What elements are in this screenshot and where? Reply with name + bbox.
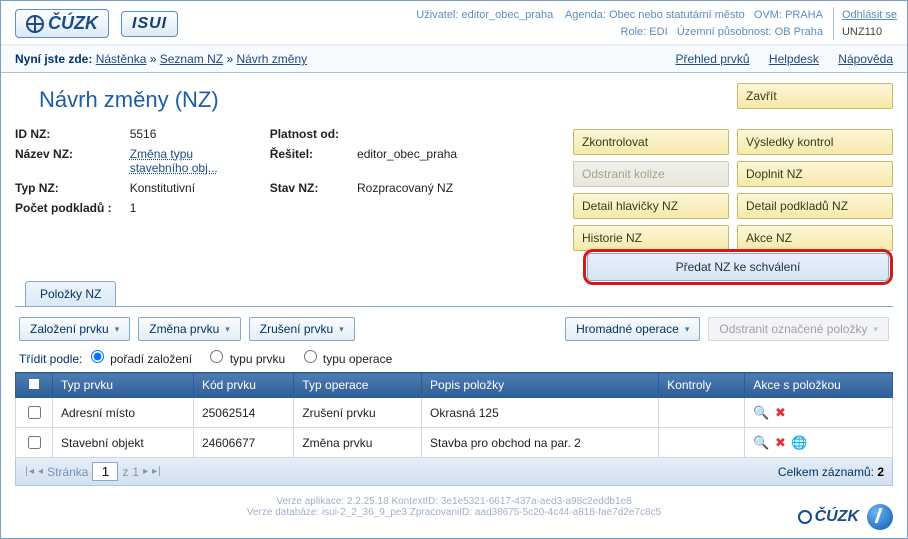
col-checkbox[interactable]: [16, 373, 53, 398]
sort-op-radio[interactable]: [304, 350, 317, 363]
table-row: Adresní místo 25062514 Zrušení prvku Okr…: [16, 398, 893, 428]
chevron-down-icon: ▾: [225, 324, 230, 335]
top-bar: ČÚZK ISUI Uživatel: editor_obec_praha Ag…: [1, 1, 907, 46]
sort-type-radio[interactable]: [210, 350, 223, 363]
sort-order-radio[interactable]: [91, 350, 104, 363]
col-akce[interactable]: Akce s položkou: [745, 373, 893, 398]
pager-next-icon[interactable]: ▸: [143, 466, 148, 477]
nz-name-link[interactable]: Změna typu stavebního obj...: [130, 147, 218, 175]
breadcrumb-bar: Nyní jste zde: Nástěnka » Seznam NZ » Ná…: [1, 46, 907, 73]
pager-prev-icon[interactable]: ◂: [38, 466, 43, 477]
breadcrumb: Nyní jste zde: Nástěnka » Seznam NZ » Ná…: [15, 52, 307, 66]
col-kod-prvku[interactable]: Kód prvku: [193, 373, 293, 398]
page-title: Návrh změny (NZ): [39, 87, 573, 113]
pager-page-input[interactable]: [92, 462, 118, 481]
col-typ-prvku[interactable]: Typ prvku: [53, 373, 194, 398]
magnify-icon[interactable]: 🔍: [753, 435, 769, 450]
nz-doc-count: 1: [130, 199, 270, 219]
history-button[interactable]: Historie NZ: [573, 225, 729, 251]
logo-cuzk-text: ČÚZK: [48, 13, 98, 34]
crumb-seznam-nz[interactable]: Seznam NZ: [160, 52, 223, 66]
actions-nz-button[interactable]: Akce NZ: [737, 225, 893, 251]
globe-icon: [798, 510, 812, 524]
nz-solver: editor_obec_praha: [357, 145, 475, 179]
tab-polozky-nz[interactable]: Položky NZ: [25, 281, 116, 306]
crumb-nastenka[interactable]: Nástěnka: [96, 52, 147, 66]
chevron-down-icon: ▾: [685, 324, 690, 335]
delete-icon[interactable]: ✖: [775, 435, 786, 450]
fill-nz-button[interactable]: Doplnit NZ: [737, 161, 893, 187]
pager-first-icon[interactable]: ∣◂: [24, 466, 34, 477]
table-row: Stavební objekt 24606677 Změna prvku Sta…: [16, 428, 893, 458]
nz-type: Konstitutivní: [130, 179, 270, 199]
nz-meta: ID NZ: 5516 Platnost od: Název NZ: Změna…: [15, 125, 475, 219]
remove-collision-button: Odstranit kolize: [573, 161, 729, 187]
globe-icon[interactable]: 🌐: [791, 435, 807, 450]
actions-dropdown: Předat NZ ke schválení: [583, 249, 893, 285]
footer-logo-cuzk[interactable]: ČÚZK: [798, 508, 859, 526]
footer-version: Verze aplikace: 2.2.25.18 KontextID: 3e1…: [15, 486, 893, 522]
link-helpdesk[interactable]: Helpdesk: [769, 52, 819, 66]
col-typ-operace[interactable]: Typ operace: [294, 373, 422, 398]
submit-nz-item[interactable]: Předat NZ ke schválení: [587, 253, 889, 281]
logo-isui[interactable]: ISUI: [121, 11, 178, 37]
logo-cuzk[interactable]: ČÚZK: [15, 9, 109, 38]
crumb-navrh-zmeny[interactable]: Návrh změny: [236, 52, 307, 66]
items-table: Typ prvku Kód prvku Typ operace Popis po…: [15, 372, 893, 458]
chevron-down-icon: ▾: [115, 324, 120, 335]
create-item-button[interactable]: Založení prvku▾: [19, 317, 130, 341]
pager-last-icon[interactable]: ▸∣: [152, 466, 162, 477]
magnify-icon[interactable]: 🔍: [753, 405, 769, 420]
globe-icon: [26, 15, 44, 33]
docs-detail-button[interactable]: Detail podkladů NZ: [737, 193, 893, 219]
session-info: Uživatel: editor_obec_praha Agenda: Obec…: [416, 7, 823, 40]
row-checkbox[interactable]: [28, 406, 41, 419]
col-popis[interactable]: Popis položky: [422, 373, 659, 398]
sort-controls: Třídit podle: pořadí založení typu prvku…: [15, 347, 893, 372]
pager: ∣◂ ◂ Stránka z 1 ▸ ▸∣ Celkem záznamů: 2: [15, 458, 893, 486]
results-button[interactable]: Výsledky kontrol: [737, 129, 893, 155]
pager-total: Celkem záznamů: 2: [778, 465, 884, 479]
chevron-down-icon: ▾: [339, 324, 344, 335]
delete-icon[interactable]: ✖: [775, 405, 786, 420]
logout-link[interactable]: Odhlásit se: [842, 7, 897, 24]
nz-id: 5516: [130, 125, 270, 145]
header-detail-button[interactable]: Detail hlavičky NZ: [573, 193, 729, 219]
col-kontroly[interactable]: Kontroly: [659, 373, 745, 398]
footer-logo-ness[interactable]: [867, 504, 893, 530]
cancel-item-button[interactable]: Zrušení prvku▾: [249, 317, 355, 341]
chevron-down-icon: ▾: [873, 324, 878, 335]
remove-marked-button: Odstranit označené položky▾: [708, 317, 889, 341]
close-button[interactable]: Zavřít: [737, 83, 893, 109]
nz-state: Rozpracovaný NZ: [357, 179, 475, 199]
row-checkbox[interactable]: [28, 436, 41, 449]
app-code: UNZ110: [842, 26, 882, 38]
link-prehled-prvku[interactable]: Přehled prvků: [676, 52, 750, 66]
link-napoveda[interactable]: Nápověda: [838, 52, 893, 66]
check-button[interactable]: Zkontrolovat: [573, 129, 729, 155]
change-item-button[interactable]: Změna prvku▾: [138, 317, 241, 341]
bulk-ops-button[interactable]: Hromadné operace▾: [565, 317, 700, 341]
